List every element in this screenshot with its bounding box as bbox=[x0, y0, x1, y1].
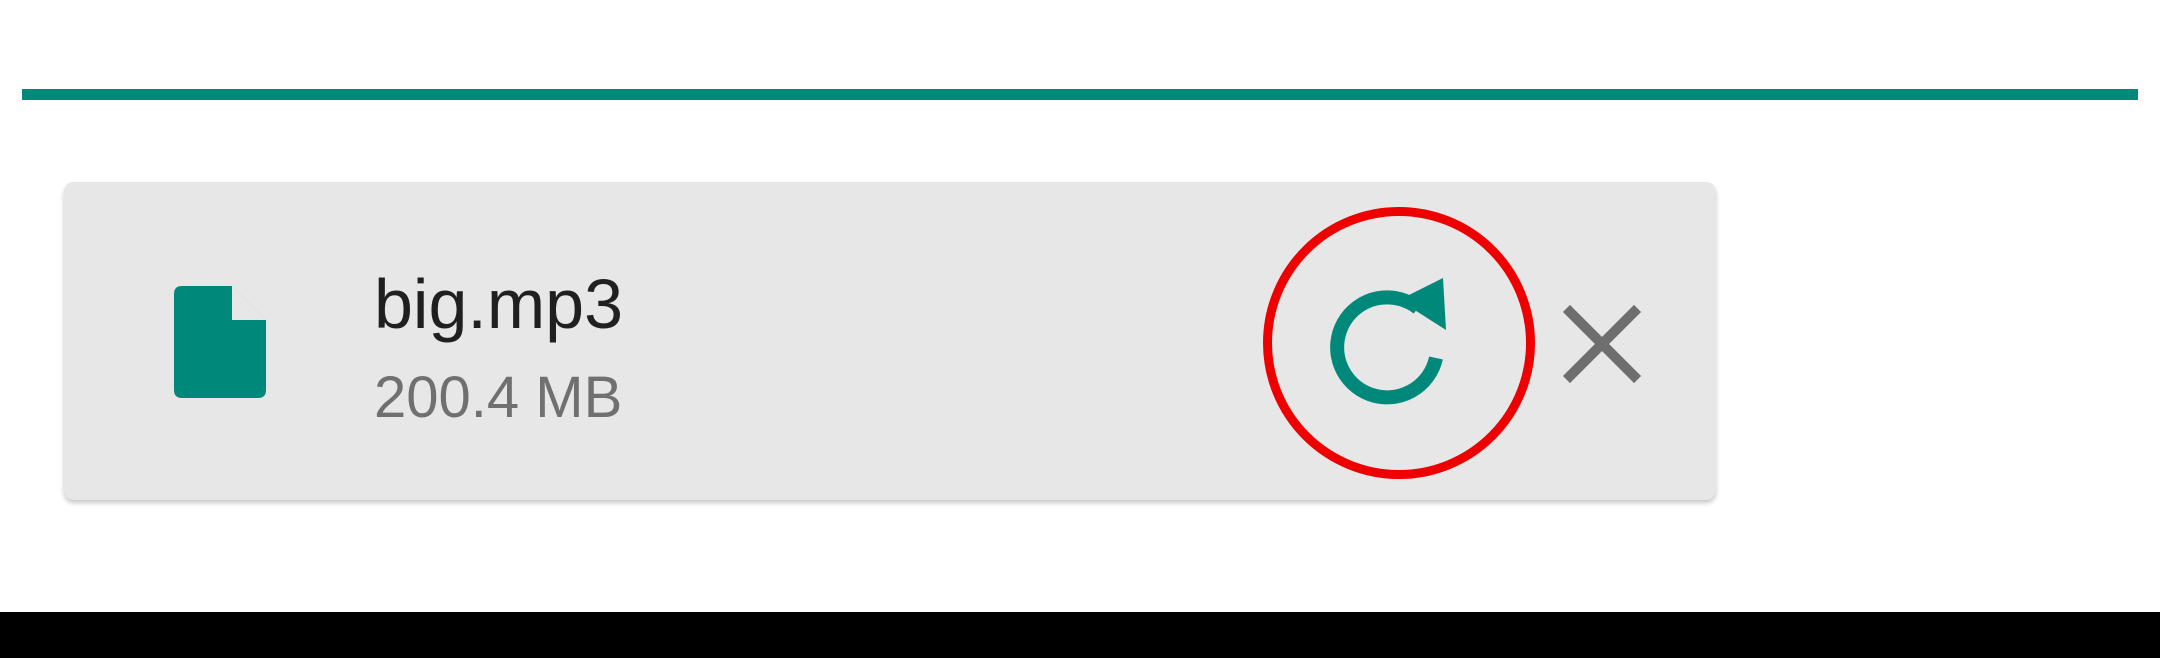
file-size: 200.4 MB bbox=[374, 365, 623, 430]
retry-icon bbox=[1330, 278, 1446, 405]
file-name: big.mp3 bbox=[374, 265, 624, 343]
file-icon bbox=[174, 286, 266, 398]
close-icon bbox=[1562, 304, 1642, 384]
download-progress-bar bbox=[22, 89, 2138, 100]
cancel-download-button[interactable] bbox=[1548, 290, 1656, 398]
download-item-card bbox=[64, 182, 1716, 500]
system-navigation-bar bbox=[0, 612, 2160, 658]
download-progress-fill bbox=[22, 89, 2138, 100]
retry-download-button[interactable] bbox=[1318, 274, 1458, 414]
